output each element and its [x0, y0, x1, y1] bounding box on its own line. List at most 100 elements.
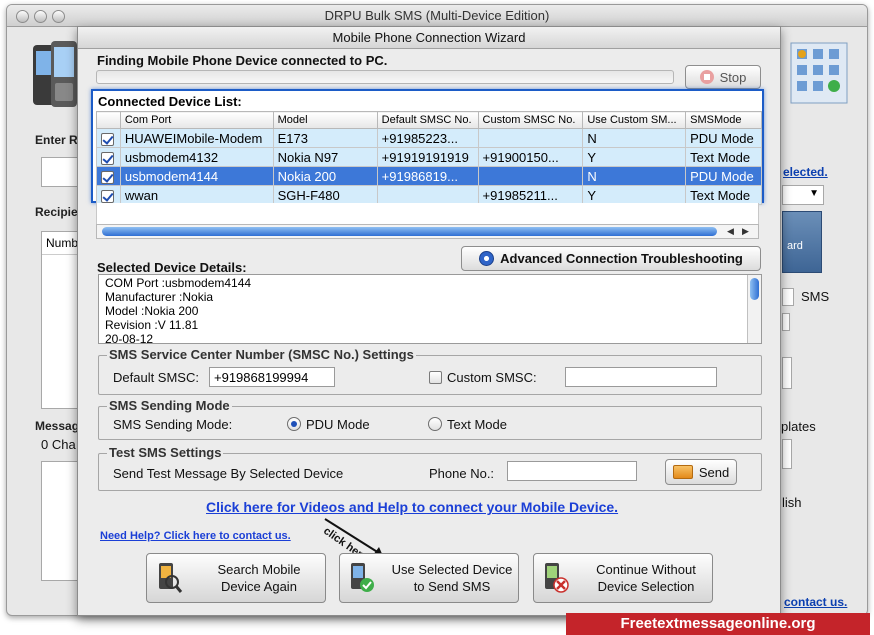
default-smsc-cell: +91985223...	[376, 128, 479, 148]
detail-line: Manufacturer :Nokia	[105, 290, 214, 304]
stop-button[interactable]: Stop	[685, 65, 761, 89]
sms-mode-cell: PDU Mode	[685, 128, 762, 148]
recipient-input[interactable]	[41, 157, 81, 187]
device-checkbox[interactable]	[101, 151, 114, 165]
minimize-window-button[interactable]	[34, 10, 47, 23]
phone-no-input[interactable]	[507, 461, 637, 481]
use-line-2: to Send SMS	[413, 579, 491, 594]
device-row[interactable]: wwan SGH-F480 +91985211... Y Text Mode	[96, 185, 762, 205]
custom-smsc-checkbox[interactable]	[429, 371, 442, 384]
search-device-again-button[interactable]: Search Mobile Device Again	[146, 553, 326, 603]
custom-smsc-cell: +91900150...	[477, 147, 584, 167]
continue-line-1: Continue Without	[596, 562, 696, 577]
number-column-header: Numb	[42, 232, 80, 255]
continue-without-device-button[interactable]: Continue Without Device Selection	[533, 553, 713, 603]
contact-us-link[interactable]: contact us.	[784, 595, 847, 609]
pdu-mode-radio[interactable]	[287, 417, 301, 431]
device-row[interactable]: usbmodem4132 Nokia N97 +91919191919 +919…	[96, 147, 762, 167]
horizontal-scrollbar[interactable]: ◀ ▶	[96, 224, 759, 239]
column-header[interactable]: Default SMSC No.	[376, 111, 479, 129]
com-port-cell: HUAWEIMobile-Modem	[119, 128, 274, 148]
selected-link[interactable]: elected.	[783, 165, 828, 179]
use-selected-device-button[interactable]: Use Selected Device to Send SMS	[339, 553, 519, 603]
model-cell: Nokia 200	[272, 166, 378, 186]
column-header[interactable]: Model	[272, 111, 378, 129]
send-test-button[interactable]: Send	[665, 459, 737, 485]
phone-cancel-icon	[545, 563, 569, 593]
device-table-empty-area	[96, 203, 759, 225]
english-label: lish	[782, 495, 802, 510]
text-mode-radio[interactable]	[428, 417, 442, 431]
device-details-box[interactable]: COM Port :usbmodem4144 Manufacturer :Nok…	[98, 274, 762, 346]
detail-line: Model :Nokia 200	[105, 304, 199, 318]
text-mode-label: Text Mode	[447, 417, 507, 432]
search-line-1: Search Mobile	[217, 562, 301, 577]
advanced-troubleshooting-label: Advanced Connection Troubleshooting	[500, 251, 743, 266]
default-smsc-cell: +91919191919	[376, 147, 479, 167]
com-port-cell: usbmodem4132	[119, 147, 274, 167]
device-checkbox[interactable]	[101, 189, 114, 203]
model-cell: SGH-F480	[272, 185, 378, 205]
custom-smsc-cell	[477, 128, 584, 148]
device-row[interactable]: HUAWEIMobile-Modem E173 +91985223... N P…	[96, 128, 762, 148]
sms-label: SMS	[801, 289, 830, 304]
stop-icon	[699, 70, 714, 84]
close-window-button[interactable]	[16, 10, 29, 23]
com-port-cell: wwan	[119, 185, 274, 205]
mobile-phones-icon	[33, 41, 77, 107]
scroll-left-icon[interactable]: ◀	[727, 226, 734, 237]
recipients-table[interactable]: Numb	[41, 231, 81, 409]
continue-line-2: Device Selection	[597, 579, 695, 594]
use-custom-cell: Y	[582, 185, 687, 205]
column-header[interactable]: Custom SMSC No.	[477, 111, 584, 129]
sending-mode-label: SMS Sending Mode:	[113, 417, 233, 432]
device-table: Com Port Model Default SMSC No. Custom S…	[96, 111, 762, 205]
right-dropdown[interactable]: ▼	[782, 185, 824, 205]
vertical-scrollbar[interactable]	[747, 275, 761, 343]
smsc-settings-group: SMS Service Center Number (SMSC No.) Set…	[98, 347, 762, 395]
wizard-launch-button[interactable]: ard	[782, 211, 822, 273]
phone-search-icon	[159, 563, 183, 593]
use-custom-cell: N	[582, 128, 687, 148]
chevron-down-icon: ▼	[809, 188, 819, 199]
device-checkbox[interactable]	[101, 132, 114, 146]
scroll-thumb[interactable]	[102, 227, 717, 236]
sms-toggle[interactable]	[782, 288, 794, 306]
zoom-window-button[interactable]	[52, 10, 65, 23]
search-line-2: Device Again	[221, 579, 297, 594]
sending-mode-title: SMS Sending Mode	[107, 398, 232, 413]
column-header[interactable]: Use Custom SM...	[582, 111, 687, 129]
side-button[interactable]	[782, 357, 792, 389]
detail-line: 20-08-12	[105, 332, 154, 346]
device-list-title: Connected Device List:	[98, 94, 242, 109]
column-header[interactable]: Com Port	[119, 111, 274, 129]
need-help-link[interactable]: Need Help? Click here to contact us.	[100, 530, 291, 542]
connected-device-list: Connected Device List: Com Port Model De…	[91, 89, 764, 205]
column-header[interactable]: SMSMode	[685, 111, 762, 129]
test-sms-label: Send Test Message By Selected Device	[113, 466, 344, 481]
main-window-title: DRPU Bulk SMS (Multi-Device Edition)	[7, 5, 867, 27]
device-row-selected[interactable]: usbmodem4144 Nokia 200 +91986819... N PD…	[96, 166, 762, 186]
sms-mode-cell: Text Mode	[685, 147, 762, 167]
send-label: Send	[698, 464, 730, 480]
advanced-troubleshooting-button[interactable]: Advanced Connection Troubleshooting	[461, 246, 761, 271]
videos-help-link[interactable]: Click here for Videos and Help to connec…	[206, 499, 618, 515]
custom-smsc-field[interactable]	[565, 367, 717, 387]
phone-check-icon	[351, 563, 374, 592]
com-port-cell: usbmodem4144	[119, 166, 274, 186]
scroll-thumb[interactable]	[750, 278, 759, 300]
message-label: Messag	[35, 419, 80, 433]
model-cell: E173	[272, 128, 378, 148]
side-field[interactable]	[782, 313, 790, 331]
default-smsc-field[interactable]: +919868199994	[209, 367, 335, 387]
wizard-title: Mobile Phone Connection Wizard	[78, 27, 780, 49]
char-count: 0 Cha	[41, 437, 76, 452]
use-custom-cell: Y	[582, 147, 687, 167]
scroll-right-icon[interactable]: ▶	[742, 226, 749, 237]
default-smsc-cell	[376, 185, 479, 205]
templates-button[interactable]	[782, 439, 792, 469]
calendar-grid-icon	[790, 42, 848, 104]
device-checkbox[interactable]	[101, 170, 114, 184]
message-textarea[interactable]	[41, 461, 81, 581]
use-custom-cell: N	[582, 166, 687, 186]
